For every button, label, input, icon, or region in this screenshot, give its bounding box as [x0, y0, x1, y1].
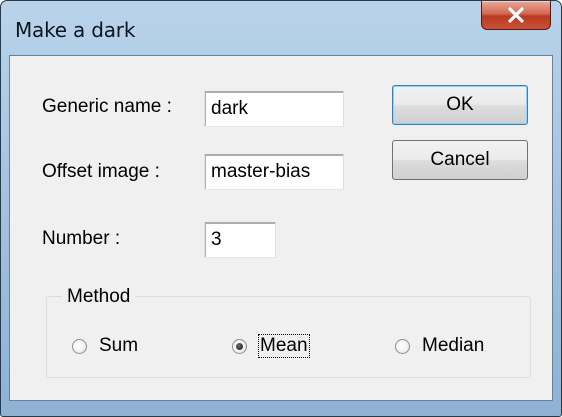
radio-mean-circle-icon[interactable] — [232, 338, 247, 354]
radio-selected-dot-icon — [236, 342, 243, 350]
radio-sum-label: Sum — [99, 335, 139, 356]
radio-mean-label: Mean — [258, 334, 310, 358]
radio-sum-circle-icon[interactable] — [72, 338, 87, 354]
title-bar[interactable]: Make a dark — [1, 1, 561, 55]
close-button[interactable] — [481, 1, 551, 30]
radio-median-circle-icon[interactable] — [395, 338, 410, 354]
number-field[interactable]: 3 — [204, 222, 276, 258]
dialog-client-area: Generic name : dark Offset image : maste… — [9, 55, 553, 401]
ok-button[interactable]: OK — [392, 85, 528, 125]
method-group-legend: Method — [62, 286, 136, 308]
radio-median[interactable]: Median — [395, 333, 484, 359]
offset-image-label: Offset image : — [42, 161, 160, 182]
dialog-window: Make a dark Generic name : dark Offset i… — [0, 0, 562, 417]
cancel-button[interactable]: Cancel — [392, 140, 528, 180]
number-label: Number : — [42, 228, 121, 249]
generic-name-field[interactable]: dark — [204, 91, 344, 127]
radio-median-label: Median — [422, 335, 485, 356]
radio-mean[interactable]: Mean — [232, 333, 310, 359]
close-x-icon — [507, 7, 525, 23]
radio-sum[interactable]: Sum — [72, 333, 138, 359]
offset-image-field[interactable]: master-bias — [204, 154, 344, 190]
generic-name-label: Generic name : — [42, 96, 172, 117]
window-title: Make a dark — [15, 18, 136, 42]
